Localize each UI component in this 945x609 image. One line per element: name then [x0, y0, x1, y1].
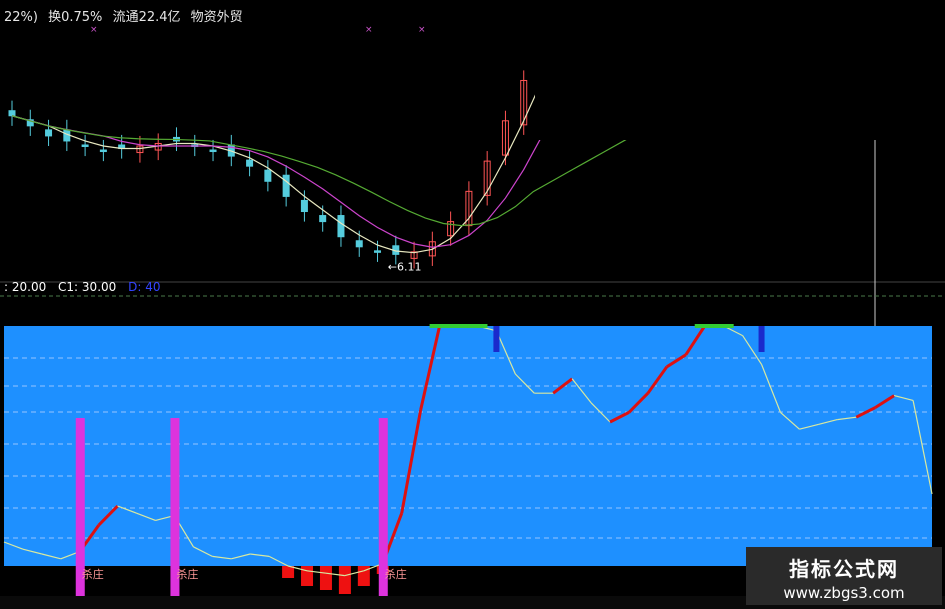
- candle-body-17: [319, 215, 327, 223]
- sector-name: 物资外贸: [190, 10, 243, 25]
- top-marker-0: ×: [90, 25, 98, 35]
- top-marker-bar-24: [448, 324, 469, 328]
- candle-body-16: [300, 199, 308, 213]
- stock-info-header: 22%) 换0.75% 流通22.4亿 物资外贸: [4, 6, 249, 25]
- candle-body-11: [209, 149, 217, 153]
- top-marker-2: ×: [418, 25, 426, 35]
- signal-label-2: 杀庄: [385, 567, 407, 581]
- candle-body-4: [81, 144, 89, 147]
- indicator-occlusion: [185, 284, 760, 326]
- turnover-rate: 换0.75%: [48, 10, 103, 25]
- watermark-url: www.zbgs3.com: [783, 584, 905, 602]
- legend-level-1: : 20.00: [4, 280, 47, 294]
- candle-body-5: [99, 149, 107, 153]
- candle-body-19: [355, 240, 363, 248]
- signal-label-0: 杀庄: [82, 567, 104, 581]
- indicator-legend: : 20.00 C1: 30.00 D: 40: [4, 280, 168, 294]
- candle-body-0: [8, 110, 16, 117]
- bottom-fill-15: [282, 566, 295, 578]
- change-percent: 22%): [4, 10, 38, 25]
- candle-body-18: [337, 215, 345, 238]
- signal-label-1: 杀庄: [176, 567, 198, 581]
- watermark-logo: 指标公式网 www.zbgs3.com: [746, 547, 942, 605]
- ma-mid-line: [11, 115, 543, 248]
- top-marker-bar-25: [467, 324, 488, 328]
- candle-body-13: [246, 159, 254, 167]
- bottom-fill-18: [338, 566, 351, 594]
- candle-body-20: [374, 250, 382, 253]
- bottom-fill-17: [319, 566, 332, 590]
- top-marker-bar-23: [429, 324, 450, 328]
- candle-body-15: [282, 174, 290, 197]
- top-marker-bar-38: [713, 324, 734, 328]
- occlusion-block: [535, 0, 945, 140]
- indicator-background: [4, 326, 932, 566]
- candle-body-2: [45, 129, 53, 137]
- candle-body-14: [264, 169, 272, 182]
- float-cap: 流通22.4亿: [112, 10, 181, 25]
- top-marker-1: ×: [365, 25, 373, 35]
- low-price-label: ←6.11: [388, 260, 422, 273]
- legend-level-3: D: 40: [128, 280, 161, 294]
- drop-marker-1: [758, 326, 765, 352]
- top-marker-bar-37: [694, 324, 715, 328]
- ma-fast-line: [11, 80, 543, 254]
- bottom-fill-16: [301, 566, 314, 586]
- legend-level-2: C1: 30.00: [58, 280, 117, 294]
- drop-marker-0: [493, 326, 500, 352]
- watermark-title: 指标公式网: [789, 557, 899, 581]
- stock-chart[interactable]: × × × ←6.11 杀庄 杀庄 杀庄: [0, 0, 945, 609]
